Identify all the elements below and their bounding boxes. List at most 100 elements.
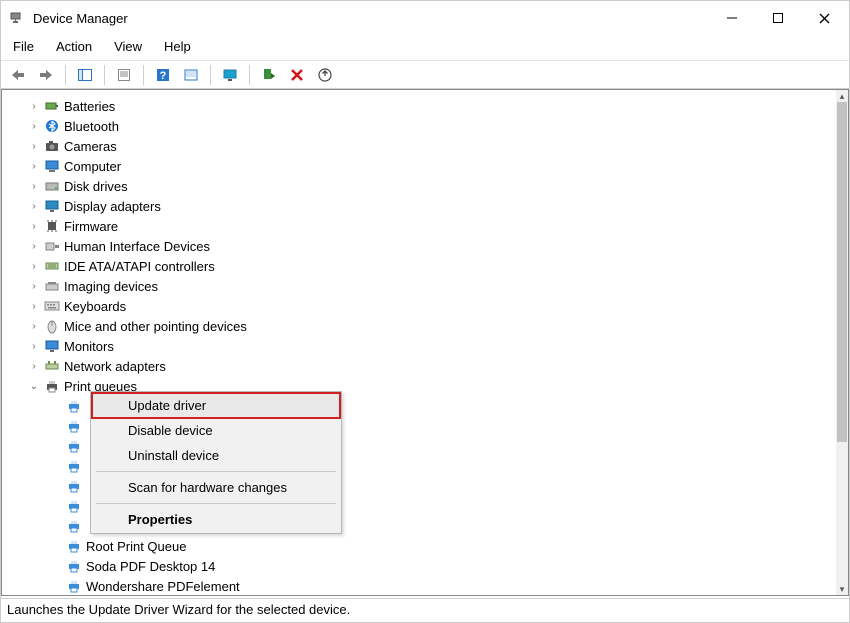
- menu-view[interactable]: View: [112, 37, 144, 56]
- statusbar: Launches the Update Driver Wizard for th…: [1, 598, 849, 622]
- toolbar-separator: [249, 65, 250, 85]
- disk-icon: [44, 178, 60, 194]
- status-text: Launches the Update Driver Wizard for th…: [7, 602, 350, 617]
- update-driver-button[interactable]: [314, 64, 336, 86]
- properties-button[interactable]: [113, 64, 135, 86]
- tree-item[interactable]: › Computer: [4, 156, 836, 176]
- tree-child-item[interactable]: Wondershare PDFelement: [4, 576, 836, 593]
- app-icon: [9, 10, 25, 26]
- context-menu: Update driver Disable device Uninstall d…: [90, 391, 342, 534]
- expand-icon[interactable]: ›: [28, 101, 40, 112]
- help-button[interactable]: ?: [152, 64, 174, 86]
- expand-icon[interactable]: ›: [28, 301, 40, 312]
- tree-item[interactable]: › Human Interface Devices: [4, 236, 836, 256]
- tree-item-label: Display adapters: [64, 199, 161, 214]
- show-hide-tree-button[interactable]: [74, 64, 96, 86]
- printer-icon: [44, 378, 60, 394]
- tree-item-label: Network adapters: [64, 359, 166, 374]
- tree-item[interactable]: › Mice and other pointing devices: [4, 316, 836, 336]
- tree-item-label: Disk drives: [64, 179, 128, 194]
- tree-item[interactable]: ›Keyboards: [4, 296, 836, 316]
- expand-icon[interactable]: ›: [28, 241, 40, 252]
- vertical-scrollbar[interactable]: ▴ ▾: [836, 90, 848, 595]
- printer-icon: [66, 578, 82, 593]
- tree-item-label: Bluetooth: [64, 119, 119, 134]
- scroll-up-arrow[interactable]: ▴: [836, 90, 848, 102]
- tree-item-label: Cameras: [64, 139, 117, 154]
- printer-icon: [66, 398, 82, 414]
- computer-icon: [44, 158, 60, 174]
- expand-icon[interactable]: ›: [28, 221, 40, 232]
- menu-file[interactable]: File: [11, 37, 36, 56]
- tree-item[interactable]: › Bluetooth: [4, 116, 836, 136]
- menubar: File Action View Help: [1, 35, 849, 61]
- tree-panel: › Batteries › Bluetooth › Cameras › Computer › Di…: [1, 89, 849, 596]
- tree-item[interactable]: ›Firmware: [4, 216, 836, 236]
- forward-button[interactable]: [35, 64, 57, 86]
- imaging-icon: [44, 278, 60, 294]
- tree-item-label: Mice and other pointing devices: [64, 319, 247, 334]
- device-install-button[interactable]: [258, 64, 280, 86]
- tree-item-label: Computer: [64, 159, 121, 174]
- expand-icon[interactable]: ›: [28, 161, 40, 172]
- expand-icon[interactable]: ›: [28, 341, 40, 352]
- collapse-icon[interactable]: ⌄: [28, 381, 40, 392]
- context-properties[interactable]: Properties: [92, 507, 340, 532]
- context-uninstall-device[interactable]: Uninstall device: [92, 443, 340, 468]
- add-legacy-button[interactable]: [180, 64, 202, 86]
- firmware-icon: [44, 218, 60, 234]
- tree-item[interactable]: › Display adapters: [4, 196, 836, 216]
- expand-icon[interactable]: ›: [28, 141, 40, 152]
- printer-icon: [66, 438, 82, 454]
- expand-icon[interactable]: ›: [28, 201, 40, 212]
- expand-icon[interactable]: ›: [28, 281, 40, 292]
- tree-item-label: Imaging devices: [64, 279, 158, 294]
- window-title: Device Manager: [33, 11, 128, 26]
- context-scan-hardware[interactable]: Scan for hardware changes: [92, 475, 340, 500]
- tree-item[interactable]: › Cameras: [4, 136, 836, 156]
- context-disable-device[interactable]: Disable device: [92, 418, 340, 443]
- toolbar: ?: [1, 61, 849, 89]
- context-separator: [96, 471, 336, 472]
- tree-item[interactable]: › Monitors: [4, 336, 836, 356]
- menu-help[interactable]: Help: [162, 37, 193, 56]
- minimize-button[interactable]: [709, 3, 755, 33]
- tree-item[interactable]: › Disk drives: [4, 176, 836, 196]
- tree-child-item[interactable]: Root Print Queue: [4, 536, 836, 556]
- maximize-button[interactable]: [755, 3, 801, 33]
- printer-icon: [66, 458, 82, 474]
- toolbar-separator: [210, 65, 211, 85]
- tree-item-label: Batteries: [64, 99, 115, 114]
- expand-icon[interactable]: ›: [28, 121, 40, 132]
- expand-icon[interactable]: ›: [28, 261, 40, 272]
- ide-icon: [44, 258, 60, 274]
- tree-item-label: Monitors: [64, 339, 114, 354]
- tree-scroll[interactable]: › Batteries › Bluetooth › Cameras › Computer › Di…: [4, 92, 836, 593]
- tree-item[interactable]: › Network adapters: [4, 356, 836, 376]
- uninstall-device-button[interactable]: [286, 64, 308, 86]
- scroll-thumb[interactable]: [837, 102, 847, 442]
- tree-item-label: IDE ATA/ATAPI controllers: [64, 259, 215, 274]
- window-controls: [709, 3, 847, 33]
- hid-icon: [44, 238, 60, 254]
- toolbar-separator: [65, 65, 66, 85]
- expand-icon[interactable]: ›: [28, 321, 40, 332]
- scan-hardware-button[interactable]: [219, 64, 241, 86]
- monitor-icon: [44, 338, 60, 354]
- tree-child-item[interactable]: Soda PDF Desktop 14: [4, 556, 836, 576]
- camera-icon: [44, 138, 60, 154]
- expand-icon[interactable]: ›: [28, 361, 40, 372]
- back-button[interactable]: [7, 64, 29, 86]
- scroll-down-arrow[interactable]: ▾: [836, 583, 848, 595]
- tree-item-label: Wondershare PDFelement: [86, 579, 240, 594]
- tree-item-label: Human Interface Devices: [64, 239, 210, 254]
- battery-icon: [44, 98, 60, 114]
- menu-action[interactable]: Action: [54, 37, 94, 56]
- tree-item[interactable]: › IDE ATA/ATAPI controllers: [4, 256, 836, 276]
- close-button[interactable]: [801, 3, 847, 33]
- mouse-icon: [44, 318, 60, 334]
- tree-item[interactable]: › Imaging devices: [4, 276, 836, 296]
- context-update-driver[interactable]: Update driver: [91, 392, 341, 419]
- tree-item[interactable]: › Batteries: [4, 96, 836, 116]
- expand-icon[interactable]: ›: [28, 181, 40, 192]
